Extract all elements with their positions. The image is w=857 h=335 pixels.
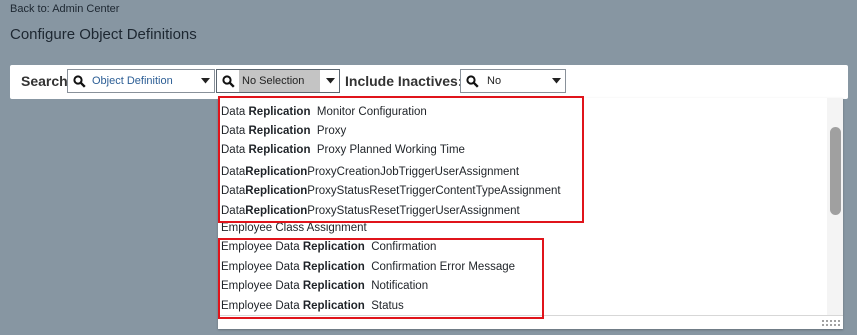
back-to-admin-center-link[interactable]: Back to: Admin Center <box>10 3 119 15</box>
list-item[interactable]: Data Replication Proxy Planned Working T… <box>221 144 465 156</box>
list-item[interactable]: Data Replication Proxy <box>221 125 346 137</box>
magnifier-icon <box>217 74 239 88</box>
list-item[interactable]: Employee Data Replication Notification <box>221 280 428 292</box>
caret-down-icon[interactable] <box>321 78 339 84</box>
list-item[interactable]: DataReplicationProxyCreationJobTriggerUs… <box>221 166 519 178</box>
magnifier-icon <box>461 74 483 88</box>
object-type-value: Object Definition <box>92 75 173 87</box>
object-search-combobox[interactable]: No Selection <box>216 69 340 93</box>
list-item[interactable]: Employee Data Replication Confirmation E… <box>221 261 515 273</box>
vertical-scrollbar[interactable] <box>827 98 843 315</box>
dropdown-footer-divider <box>218 315 843 316</box>
object-search-value[interactable]: No Selection <box>239 70 320 92</box>
include-inactives-label: Include Inactives: <box>345 73 463 89</box>
list-item[interactable]: DataReplicationProxyStatusResetTriggerCo… <box>221 185 561 197</box>
object-type-select[interactable]: Object Definition <box>67 69 215 93</box>
list-item[interactable]: Employee Data Replication Status <box>221 300 404 312</box>
include-inactives-select[interactable]: No <box>460 69 566 93</box>
caret-down-icon[interactable] <box>547 78 565 84</box>
resize-grip-icon[interactable] <box>821 319 841 327</box>
page-title: Configure Object Definitions <box>10 26 197 43</box>
include-inactives-value: No <box>487 75 502 87</box>
search-label: Search <box>21 73 68 89</box>
list-item[interactable]: Data Replication Monitor Configuration <box>221 106 427 118</box>
list-item[interactable]: Employee Class Assignment <box>221 222 367 234</box>
list-item[interactable]: DataReplicationProxyStatusResetTriggerUs… <box>221 205 520 217</box>
magnifier-icon <box>68 74 90 88</box>
search-toolbar: Search Object Definition No Selection In… <box>10 65 848 99</box>
object-suggestion-dropdown: Data Replication Monitor Configuration D… <box>218 98 843 329</box>
list-item[interactable]: Employee Data Replication Confirmation <box>221 241 436 253</box>
scrollbar-thumb[interactable] <box>830 127 841 215</box>
caret-down-icon[interactable] <box>196 78 214 84</box>
